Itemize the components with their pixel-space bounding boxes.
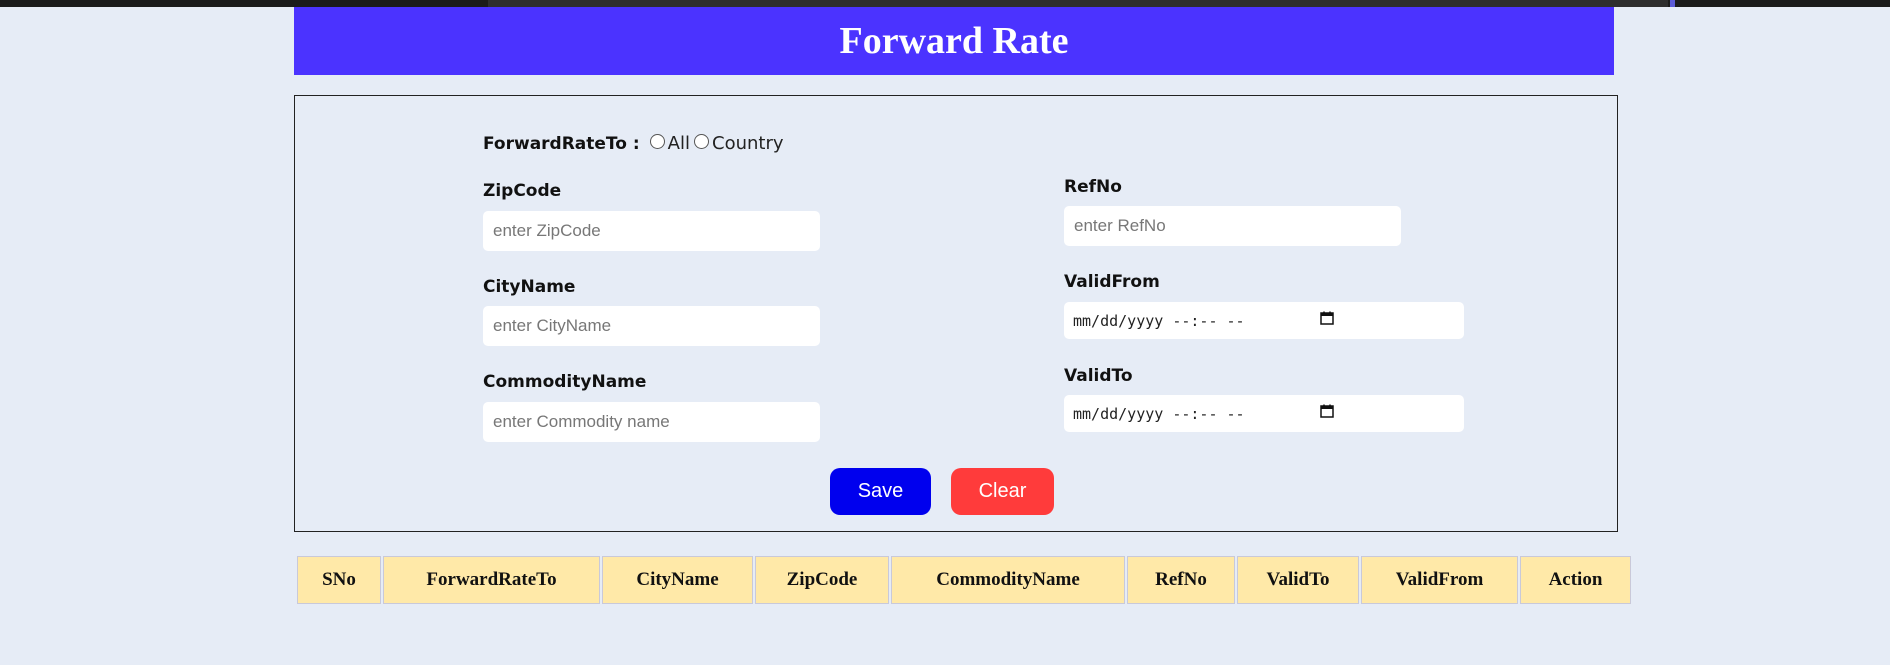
- validto-label: ValidTo: [1064, 366, 1133, 386]
- clear-button[interactable]: Clear: [951, 468, 1054, 515]
- forward-rate-to-label: ForwardRateTo :: [483, 133, 640, 154]
- browser-scrollbar[interactable]: [0, 0, 1890, 7]
- column-header-refno: RefNo: [1127, 556, 1235, 604]
- radio-country-label: Country: [712, 133, 784, 154]
- zipcode-label: ZipCode: [483, 181, 562, 201]
- column-header-validto: ValidTo: [1237, 556, 1359, 604]
- zipcode-input[interactable]: enter ZipCode: [483, 211, 820, 251]
- save-button[interactable]: Save: [830, 468, 931, 515]
- validto-datetime-input[interactable]: mm/dd/yyyy --:-- --: [1064, 395, 1464, 432]
- column-header-commodityname: CommodityName: [891, 556, 1125, 604]
- column-header-forwardrateto: ForwardRateTo: [383, 556, 600, 604]
- radio-all-label: All: [667, 133, 690, 154]
- validto-value: mm/dd/yyyy --:-- --: [1073, 404, 1245, 423]
- zipcode-placeholder: enter ZipCode: [493, 221, 601, 240]
- column-header-validfrom: ValidFrom: [1361, 556, 1518, 604]
- validfrom-datetime-input[interactable]: mm/dd/yyyy --:-- --: [1064, 302, 1464, 339]
- commodityname-input[interactable]: enter Commodity name: [483, 402, 820, 442]
- page-title: Forward Rate: [839, 20, 1069, 62]
- column-header-action: Action: [1520, 556, 1631, 604]
- cityname-label: CityName: [483, 277, 576, 297]
- radio-all[interactable]: [649, 134, 665, 149]
- validfrom-label: ValidFrom: [1064, 272, 1160, 292]
- table-header-row: SNo ForwardRateTo CityName ZipCode Commo…: [297, 556, 1631, 604]
- commodityname-placeholder: enter Commodity name: [493, 412, 670, 431]
- column-header-sno: SNo: [297, 556, 381, 604]
- forward-rate-table: SNo ForwardRateTo CityName ZipCode Commo…: [295, 554, 1633, 606]
- radio-country[interactable]: [694, 134, 709, 149]
- column-header-zipcode: ZipCode: [755, 556, 889, 604]
- refno-placeholder: enter RefNo: [1074, 216, 1166, 235]
- refno-input[interactable]: enter RefNo: [1064, 206, 1401, 246]
- commodityname-label: CommodityName: [483, 372, 647, 392]
- refno-label: RefNo: [1064, 177, 1122, 197]
- calendar-icon[interactable]: [1320, 404, 1334, 418]
- forward-rate-to-group: ForwardRateTo : All Country: [483, 133, 784, 154]
- scrollbar-thumb[interactable]: [488, 0, 1668, 7]
- page-header: Forward Rate: [294, 7, 1614, 75]
- scrollbar-accent: [1670, 0, 1675, 7]
- column-header-cityname: CityName: [602, 556, 753, 604]
- cityname-input[interactable]: enter CityName: [483, 306, 820, 346]
- validfrom-value: mm/dd/yyyy --:-- --: [1073, 311, 1245, 330]
- calendar-icon[interactable]: [1320, 311, 1334, 325]
- cityname-placeholder: enter CityName: [493, 316, 612, 335]
